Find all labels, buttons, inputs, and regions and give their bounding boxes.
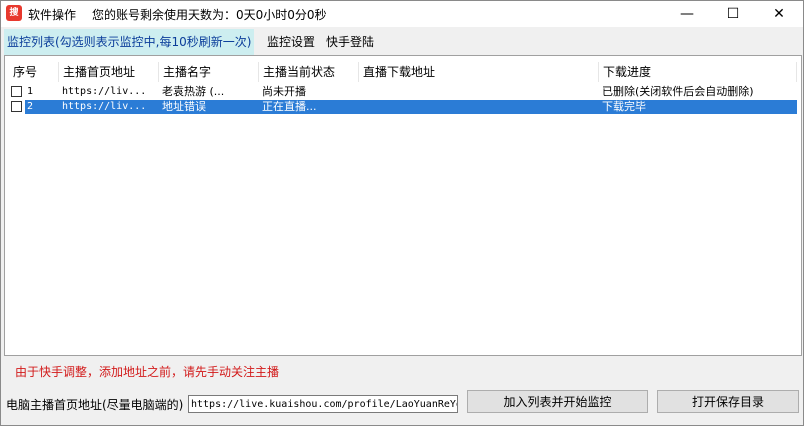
column-header-index[interactable]: 序号 (9, 62, 59, 82)
window-title: 软件操作 (28, 8, 77, 22)
tab-monitor-settings[interactable]: 监控设置 (264, 29, 318, 55)
table-row[interactable]: 1 https://liv... 老袁热游 (... 尚未开播 已删除(关闭软件… (9, 85, 797, 99)
close-button[interactable]: ✕ (756, 1, 802, 27)
row-url: https://liv... (62, 101, 147, 112)
row-checkbox[interactable] (11, 86, 22, 97)
row-progress: 已删除(关闭软件后会自动删除) (602, 85, 754, 98)
column-header-progress[interactable]: 下载进度 (599, 62, 797, 82)
address-input[interactable]: https://live.kuaishou.com/profile/LaoYua… (188, 395, 458, 413)
table-header: 序号 主播首页地址 主播名字 主播当前状态 直播下载地址 下载进度 (5, 62, 801, 82)
maximize-button[interactable]: ☐ (710, 1, 756, 27)
minimize-button[interactable]: — (664, 1, 710, 27)
row-status: 尚未开播 (262, 85, 306, 98)
tab-kuaishou-login[interactable]: 快手登陆 (323, 29, 377, 55)
tab-monitor-list[interactable]: 监控列表(勾选则表示监控中,每10秒刷新一次) (4, 29, 255, 55)
table-row[interactable]: 2 https://liv... 地址错误 正在直播... 下载完毕 (9, 100, 797, 114)
address-label: 电脑主播首页地址(尽量电脑端的) (6, 398, 184, 412)
column-header-status[interactable]: 主播当前状态 (259, 62, 359, 82)
row-checkbox[interactable] (11, 101, 22, 112)
remaining-days-text: 您的账号剩余使用天数为：0天0小时0分0秒 (92, 8, 327, 22)
title-bar: 搜 软件操作 您的账号剩余使用天数为：0天0小时0分0秒 — ☐ ✕ (1, 1, 803, 27)
row-name: 地址错误 (162, 100, 206, 113)
add-and-monitor-button[interactable]: 加入列表并开始监控 (467, 390, 648, 413)
app-window: 搜 软件操作 您的账号剩余使用天数为：0天0小时0分0秒 — ☐ ✕ 监控列表(… (0, 0, 804, 426)
column-header-download-url[interactable]: 直播下载地址 (359, 62, 599, 82)
row-progress: 下载完毕 (602, 100, 646, 113)
row-index: 2 (27, 101, 34, 112)
column-header-name[interactable]: 主播名字 (159, 62, 259, 82)
open-save-directory-button[interactable]: 打开保存目录 (657, 390, 799, 413)
column-header-url[interactable]: 主播首页地址 (59, 62, 159, 82)
row-status: 正在直播... (262, 100, 317, 113)
row-index: 1 (27, 86, 34, 97)
row-url: https://liv... (62, 86, 147, 97)
app-icon: 搜 (6, 5, 22, 21)
notice-text: 由于快手调整，添加地址之前，请先手动关注主播 (15, 365, 280, 379)
monitor-list-panel: 序号 主播首页地址 主播名字 主播当前状态 直播下载地址 下载进度 1 http… (4, 55, 802, 356)
row-name: 老袁热游 (... (162, 85, 225, 98)
